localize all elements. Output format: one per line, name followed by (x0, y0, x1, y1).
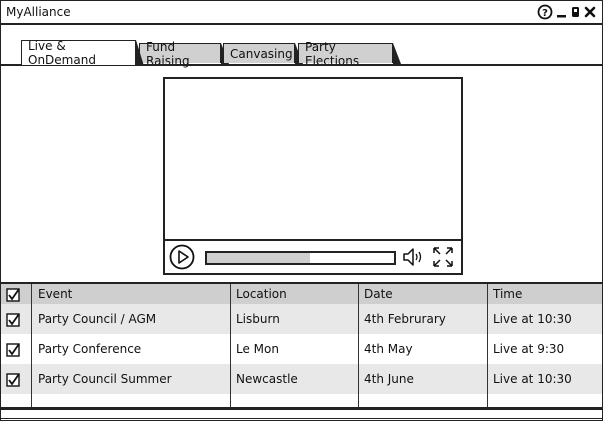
column-header-time[interactable]: Time (487, 284, 522, 304)
table-row[interactable]: Party Council Summer Newcastle 4th June … (1, 364, 602, 394)
player-controls (165, 239, 461, 273)
app-window: MyAlliance ? Live & OnDemand Fund Raisin… (0, 0, 603, 421)
cell-date: 4th June (364, 372, 414, 386)
column-header-date[interactable]: Date (358, 284, 393, 304)
help-icon[interactable]: ? (537, 4, 553, 20)
cell-event: Party Council Summer (38, 372, 172, 386)
column-header-event[interactable]: Event (32, 284, 72, 304)
title-bar: MyAlliance ? (1, 1, 602, 25)
tab-party-elections[interactable]: Party Elections (298, 40, 401, 68)
window-controls: ? (537, 4, 596, 20)
table-row[interactable]: Party Council / AGM Lisburn 4th Februrar… (1, 304, 602, 334)
column-divider[interactable] (230, 284, 231, 407)
cell-date: 4th Februrary (364, 312, 446, 326)
horizontal-scrollbar[interactable] (1, 409, 602, 419)
tab-canvasing[interactable]: Canvasing (223, 43, 303, 64)
events-table: Event Location Date Time Party Council /… (1, 282, 602, 409)
tab-label: Canvasing (230, 46, 293, 61)
progress-fill (207, 253, 310, 263)
table-header: Event Location Date Time (1, 284, 602, 304)
volume-icon[interactable] (402, 246, 426, 268)
tab-strip: Live & OnDemand Fund Raising Canvasing P… (1, 39, 602, 68)
cell-time: Live at 9:30 (493, 342, 565, 356)
fullscreen-icon[interactable] (431, 245, 455, 269)
cell-time: Live at 10:30 (493, 312, 572, 326)
tab-live-ondemand[interactable]: Live & OnDemand (21, 39, 144, 67)
cell-event: Party Conference (38, 342, 142, 356)
select-all-checkbox[interactable] (6, 287, 20, 302)
restore-icon[interactable] (570, 5, 581, 19)
column-divider[interactable] (358, 284, 359, 407)
column-header-location[interactable]: Location (230, 284, 287, 304)
row-checkbox[interactable] (6, 342, 20, 357)
tab-label: Live & OnDemand (28, 39, 96, 67)
window-title: MyAlliance (6, 5, 71, 19)
video-player[interactable] (163, 77, 463, 275)
cell-event: Party Council / AGM (38, 312, 157, 326)
minimize-icon[interactable] (556, 5, 567, 19)
progress-bar[interactable] (205, 251, 396, 265)
row-checkbox[interactable] (6, 312, 20, 327)
cell-location: Newcastle (236, 372, 298, 386)
table-row[interactable]: Party Conference Le Mon 4th May Live at … (1, 334, 602, 364)
cell-time: Live at 10:30 (493, 372, 572, 386)
cell-location: Lisburn (236, 312, 280, 326)
column-divider[interactable] (487, 284, 488, 407)
close-icon[interactable] (584, 5, 596, 19)
play-icon[interactable] (169, 244, 195, 270)
column-divider[interactable] (31, 284, 32, 407)
cell-date: 4th May (364, 342, 413, 356)
cell-location: Le Mon (236, 342, 279, 356)
tab-fund-raising[interactable]: Fund Raising (139, 40, 229, 68)
row-checkbox[interactable] (6, 372, 20, 387)
svg-text:?: ? (542, 8, 548, 19)
